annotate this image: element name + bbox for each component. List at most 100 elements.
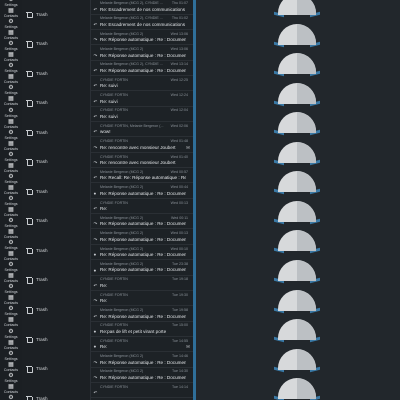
rail-item-settings[interactable]: ⚙Settings [0,41,22,52]
message-date: Tue 15:00 [171,323,188,328]
rail-item-contacts[interactable]: ▦ Contacts [0,340,22,351]
message-sender: Melanie Bergeron (MCG 2) [100,31,144,36]
rail-item-contacts[interactable]: ▦ Contacts [0,229,22,240]
folder-trash[interactable]: Trash [22,335,90,344]
message-row[interactable]: CYNDIE FORTIN Tue 19:18 ↶ Re: [91,276,193,291]
rail-item-contacts[interactable]: ▦ Contacts [0,251,22,262]
trash-icon [26,277,33,284]
rail-item-settings[interactable]: ⚙Settings [0,395,22,400]
rail-item-contacts[interactable]: ▦ Contacts [0,141,22,152]
rail-item-label: Settings [4,201,18,206]
folder-label: Trash [36,336,48,342]
message-row[interactable]: Melanie Bergeron (MCG 2) Tue 14:46 ↷ Re: Ré… [91,353,193,368]
message-row[interactable]: Melanie Bergeron (MCG 2) Tue 23:38 ● Re: Ré… [91,261,193,276]
message-sender: CYNDIE FORTIN [100,323,128,328]
message-date: Wed 01:40 [170,154,188,159]
rail-item-contacts[interactable]: ▦ Contacts [0,96,22,107]
rail-item-settings[interactable]: ⚙Settings [0,63,22,74]
rail-item-settings[interactable]: ⚙Settings [0,240,22,251]
rail-item-settings[interactable]: ⚙Settings [0,0,22,8]
rail-item-settings[interactable]: ⚙Settings [0,329,22,340]
rail-item-contacts[interactable]: ▦ Contacts [0,185,22,196]
rail-item-label: Contacts [3,301,19,306]
folder-trash[interactable]: Trash [22,365,90,373]
folder-trash[interactable]: Trash [22,394,90,400]
rail-item-settings[interactable]: ⚙Settings [0,306,22,317]
rail-item-contacts[interactable]: ▦ Contacts [0,8,22,19]
rail-item-label: Settings [4,356,18,361]
message-date: Wed 00:13 [170,200,188,205]
rail-item-contacts[interactable]: ▦ Contacts [0,74,22,85]
folder-trash[interactable]: Trash [22,128,90,137]
folder-trash[interactable]: Trash [22,217,90,225]
message-sender: CYNDIE FORTIN [100,338,128,343]
rail-item-settings[interactable]: ⚙Settings [0,196,22,207]
rail-item-settings[interactable]: ⚙Settings [0,351,22,362]
rail-item-label: Contacts [3,102,19,107]
rail-item-settings[interactable]: ⚙Settings [0,130,22,141]
message-row[interactable]: CYNDIE FORTIN Wed 12:04 ↶ Re: suivi [91,107,193,123]
rail-item-contacts[interactable]: ▦ Contacts [0,163,22,174]
rail-item-settings[interactable]: ⚙Settings [0,19,22,30]
folder-trash[interactable]: Trash [22,40,90,48]
rail-item-settings[interactable]: ⚙Settings [0,85,22,96]
message-date: Wed 02:06 [170,123,188,128]
folder-trash[interactable]: Trash [22,306,90,314]
avatar-placeholder-icon [278,230,316,252]
message-row[interactable]: CYNDIE FORTIN Wed 12:25 ↶ Re: suivi [91,77,193,92]
message-row[interactable]: CYNDIE FORTIN Wed 00:13 ↶ Re: [91,200,193,215]
rail-item-contacts[interactable]: ▦ Contacts [0,52,22,63]
rail-item-settings[interactable]: ⚙Settings [0,174,22,185]
message-row[interactable]: CYNDIE FORTIN Wed 01:48 ↷ Re: rencontre ave… [91,138,193,153]
read-status-icon: ● [93,344,97,350]
message-row[interactable]: Melanie Bergeron (MCG 2) Wed 00:13 ↷ Re: Ré… [91,230,193,245]
message-row[interactable]: Melanie Bergeron (MCG 2) Wed 00:44 ● Re: Ré… [91,184,193,199]
message-row[interactable]: Melanie Bergeron (MCG 2) Wed 00:10 ● Re: Ré… [91,246,193,261]
message-row[interactable]: CYNDIE FORTIN Tue 14:14 ↶ [91,384,193,399]
folder-trash[interactable]: Trash [22,187,90,196]
trash-icon [26,336,33,344]
message-row[interactable]: Melanie Bergeron (MCG 2) Wed 00:57 ↶ Re: Re… [91,169,193,184]
rail-item-settings[interactable]: ⚙Settings [0,108,22,119]
message-row[interactable]: Melanie Bergeron (MCG 2) Wed 13:06 ↷ Re: Ré… [91,31,193,46]
message-row[interactable]: CYNDIE FORTIN Tue 14:55 ● Re: ✉ [91,338,193,353]
folder-trash[interactable]: Trash [22,99,90,107]
message-date: Thu 01:02 [171,16,188,21]
rail-item-contacts[interactable]: ▦ Contacts [0,317,22,328]
message-row[interactable]: Melanie Bergeron (MCG 2), CYNDIE ... Thu … [91,15,193,30]
message-row[interactable]: Melanie Bergeron (MCG 2), CYNDIE ... Thu … [91,0,193,15]
contact-avatar [274,171,320,195]
message-row[interactable]: CYNDIE FORTIN Wed 12:24 ↶ Re: suivi [91,92,193,107]
message-row[interactable]: CYNDIE FORTIN, Melanie Bergeron (... Wed … [91,123,193,138]
message-row[interactable]: Melanie Bergeron (MCG 2) Tue 19:58 ↶ Re: Ré… [91,307,193,322]
rail-item-contacts[interactable]: ▦ Contacts [0,273,22,284]
rail-item-settings[interactable]: ⚙Settings [0,262,22,273]
message-row[interactable]: Melanie Bergeron (MCG 2) Tue 14:30 ↷ Re: Ré… [91,368,193,383]
folder-trash[interactable]: Trash [22,10,90,18]
message-row[interactable]: CYNDIE FORTIN Tue 15:00 ● Re:pas de lift et… [91,322,193,337]
folder-trash[interactable]: Trash [22,276,90,284]
message-subject: Re: Recall: Re: Réponse automatique : Re… [100,175,186,181]
rail-item-settings[interactable]: ⚙Settings [0,284,22,295]
message-subject: Re: Escadrement de nos communications p.… [100,6,186,12]
rail-item-label: Settings [4,3,18,7]
message-row[interactable]: Melanie Bergeron (MCG 2) Wed 00:11 ↷ Re: Ré… [91,215,193,230]
rail-item-contacts[interactable]: ▦ Contacts [0,30,22,41]
message-row[interactable]: CYNDIE FORTIN Tue 19:30 ↷ Re: [91,292,193,307]
rail-item-settings[interactable]: ⚙Settings [0,152,22,163]
folder-trash[interactable]: Trash [22,69,90,78]
rail-item-settings[interactable]: ⚙Settings [0,373,22,384]
rail-item-contacts[interactable]: ▦ Contacts [0,207,22,218]
folder-trash[interactable]: Trash [22,158,90,166]
rail-item-contacts[interactable]: ▦ Contacts [0,362,22,373]
rail-item-settings[interactable]: ⚙Settings [0,218,22,229]
message-row[interactable]: Melanie Bergeron (MCG 2) Wed 13:06 ↷ Re: Ré… [91,46,193,61]
message-subject: Re: Réponse automatique : Re : Document … [100,252,186,258]
rail-item-contacts[interactable]: ▦ Contacts [0,295,22,306]
message-row[interactable]: CYNDIE FORTIN Wed 01:40 ↷ Re: rencontre ave… [91,154,193,169]
folder-trash[interactable]: Trash [22,246,90,255]
message-row[interactable]: Melanie Bergeron (MCG 2), CYNDIE ... Wed … [91,61,193,76]
rail-item-contacts[interactable]: ▦ Contacts [0,119,22,130]
rail-item-contacts[interactable]: ▦ Contacts [0,384,22,395]
message-sender: Melanie Bergeron (MCG 2) [100,261,144,266]
